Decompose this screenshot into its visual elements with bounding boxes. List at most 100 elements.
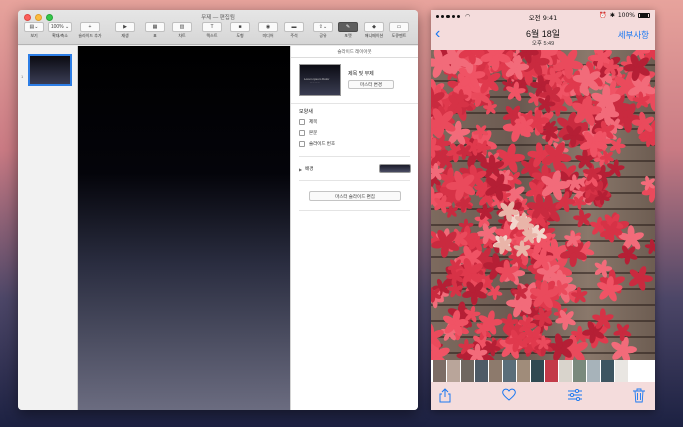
toolbar-comment[interactable]: ▬ 주석: [282, 22, 306, 44]
adjust-icon[interactable]: [567, 388, 583, 403]
toolbar-text[interactable]: T 텍스트: [200, 22, 224, 44]
filmstrip-thumbnail[interactable]: [489, 360, 502, 382]
photo-ivy-leaves[interactable]: [431, 50, 655, 360]
change-master-button[interactable]: 마스터 변경: [348, 80, 394, 89]
toolbar-zoom[interactable]: 100% ⌄ 확대/축소: [48, 22, 72, 44]
bluetooth-icon: ✱: [609, 12, 615, 19]
details-button[interactable]: 세부사항: [618, 29, 649, 41]
share-icon[interactable]: ⇪⌄: [313, 22, 333, 32]
background-color-well[interactable]: [379, 164, 411, 173]
toolbar-animate[interactable]: ◆ 애니메이션: [362, 22, 386, 44]
format-icon[interactable]: ✎: [338, 22, 358, 32]
toolbar-add-slide[interactable]: + 슬라이드 추가: [78, 22, 102, 44]
layout-thumbnail[interactable]: Lorem ipsum Dolor — — — —: [299, 64, 341, 96]
slide-number-checkbox[interactable]: 슬라이드 번호: [299, 141, 335, 147]
divider: [299, 180, 410, 181]
toolbar-document[interactable]: ▭ 도큐멘트: [387, 22, 411, 44]
keynote-toolbar: ▤⌄ 보기 100% ⌄ 확대/축소 + 슬라이드 추가 ▶ 재생 ▦ 표 ▥ 차트 T 텍스트 ■ 도형 ◉ 미…: [18, 22, 418, 44]
filmstrip-thumbnail[interactable]: [573, 360, 586, 382]
inspector-header: 슬라이드 레이아웃: [291, 46, 418, 58]
document-icon[interactable]: ▭: [389, 22, 409, 32]
alarm-icon: ⏰: [599, 12, 607, 19]
photo-toolbar: [431, 382, 655, 410]
slide-thumbnail[interactable]: [28, 54, 72, 86]
toolbar-media[interactable]: ◉ 미디어: [256, 22, 280, 44]
photo-nav-bar: ‹ 6월 18일 오후 5:49 세부사항: [431, 24, 655, 50]
background-label: 배경: [305, 166, 314, 171]
filmstrip-thumbnail[interactable]: [559, 360, 572, 382]
share-icon[interactable]: [439, 388, 451, 405]
toolbar-label: 차트: [178, 33, 186, 38]
toolbar-label: 포맷: [344, 33, 352, 38]
toolbar-share[interactable]: ⇪⌄ 공유: [311, 22, 335, 44]
filmstrip-thumbnail[interactable]: [433, 360, 446, 382]
leaves-illustration: [431, 50, 655, 360]
toolbar-format[interactable]: ✎ 포맷: [336, 22, 360, 44]
filmstrip-thumbnail[interactable]: [447, 360, 460, 382]
status-bar: ◠ 오전 9:41 ⏰ ✱ 100%: [431, 10, 655, 24]
checkbox-box[interactable]: [299, 141, 305, 147]
keynote-window: 무제 — 편집됨 ▤⌄ 보기 100% ⌄ 확대/축소 + 슬라이드 추가 ▶ 재생 ▦ 표 ▥ 차트…: [18, 10, 418, 410]
filmstrip-thumbnail[interactable]: [545, 360, 558, 382]
disclosure-triangle-icon[interactable]: ▶: [299, 167, 302, 172]
window-title: 무제 — 편집됨: [201, 15, 235, 21]
toolbar-table[interactable]: ▦ 표: [143, 22, 167, 44]
toolbar-view[interactable]: ▤⌄ 보기: [22, 22, 46, 44]
trash-icon[interactable]: [633, 388, 645, 405]
table-icon[interactable]: ▦: [145, 22, 165, 32]
view-icon[interactable]: ▤⌄: [24, 22, 44, 32]
layout-thumb-subtitle: — — — —: [310, 82, 320, 84]
background-row[interactable]: ▶ 배경: [299, 166, 313, 172]
chart-icon[interactable]: ▥: [172, 22, 192, 32]
slide-canvas[interactable]: [78, 46, 290, 410]
layout-name: 제목 및 부제: [348, 71, 374, 77]
toolbar-play[interactable]: ▶ 재생: [113, 22, 137, 44]
animate-icon[interactable]: ◆: [364, 22, 384, 32]
checkbox-box[interactable]: [299, 130, 305, 136]
toolbar-label: 미디어: [262, 33, 274, 38]
shape-icon[interactable]: ■: [230, 22, 250, 32]
filmstrip-thumbnail[interactable]: [461, 360, 474, 382]
toolbar-label: 도형: [236, 33, 244, 38]
add-slide-icon[interactable]: +: [80, 22, 100, 32]
toolbar-label: 표: [153, 33, 157, 38]
filmstrip-thumbnail[interactable]: [601, 360, 614, 382]
filmstrip-thumbnail[interactable]: [531, 360, 544, 382]
comment-icon[interactable]: ▬: [284, 22, 304, 32]
toolbar-shape[interactable]: ■ 도형: [228, 22, 252, 44]
toolbar-label: 주석: [290, 33, 298, 38]
toolbar-label: 공유: [319, 33, 327, 38]
toolbar-label: 재생: [121, 33, 129, 38]
photos-window: ◠ 오전 9:41 ⏰ ✱ 100% ‹ 6월 18일 오후 5:49 세부사항: [431, 10, 655, 410]
checkbox-box[interactable]: [299, 119, 305, 125]
toolbar-label: 텍스트: [206, 33, 218, 38]
divider: [299, 156, 410, 157]
play-icon[interactable]: ▶: [115, 22, 135, 32]
title-checkbox[interactable]: 제목: [299, 119, 317, 125]
zoom-icon[interactable]: 100% ⌄: [48, 22, 72, 32]
divider: [299, 210, 410, 211]
filmstrip-thumbnail[interactable]: [475, 360, 488, 382]
edit-master-slide-button[interactable]: 마스터 슬라이드 편집: [309, 191, 401, 201]
appearance-label: 모양새: [299, 109, 313, 115]
checkbox-label: 본문: [309, 130, 318, 135]
photo-filmstrip[interactable]: [431, 360, 655, 382]
battery-percent: 100%: [617, 12, 635, 19]
toolbar-label: 보기: [30, 33, 38, 38]
filmstrip-thumbnail[interactable]: [587, 360, 600, 382]
body-checkbox[interactable]: 본문: [299, 130, 317, 136]
toolbar-label: 도큐멘트: [391, 33, 407, 38]
heart-icon[interactable]: [502, 388, 516, 403]
toolbar-label: 슬라이드 추가: [78, 33, 102, 38]
battery-icon: [638, 12, 650, 19]
media-icon[interactable]: ◉: [258, 22, 278, 32]
toolbar-label: 애니메이션: [364, 33, 384, 38]
status-right: ⏰ ✱ 100%: [599, 12, 650, 19]
keynote-titlebar: 무제 — 편집됨 ▤⌄ 보기 100% ⌄ 확대/축소 + 슬라이드 추가 ▶ 재생 ▦ 표 ▥ 차트…: [18, 10, 418, 45]
filmstrip-thumbnail[interactable]: [503, 360, 516, 382]
filmstrip-thumbnail[interactable]: [517, 360, 530, 382]
toolbar-chart[interactable]: ▥ 차트: [170, 22, 194, 44]
text-icon[interactable]: T: [202, 22, 222, 32]
layout-section: Lorem ipsum Dolor — — — — 제목 및 부제 마스터 변경: [291, 60, 418, 104]
filmstrip-thumbnail[interactable]: [615, 360, 628, 382]
